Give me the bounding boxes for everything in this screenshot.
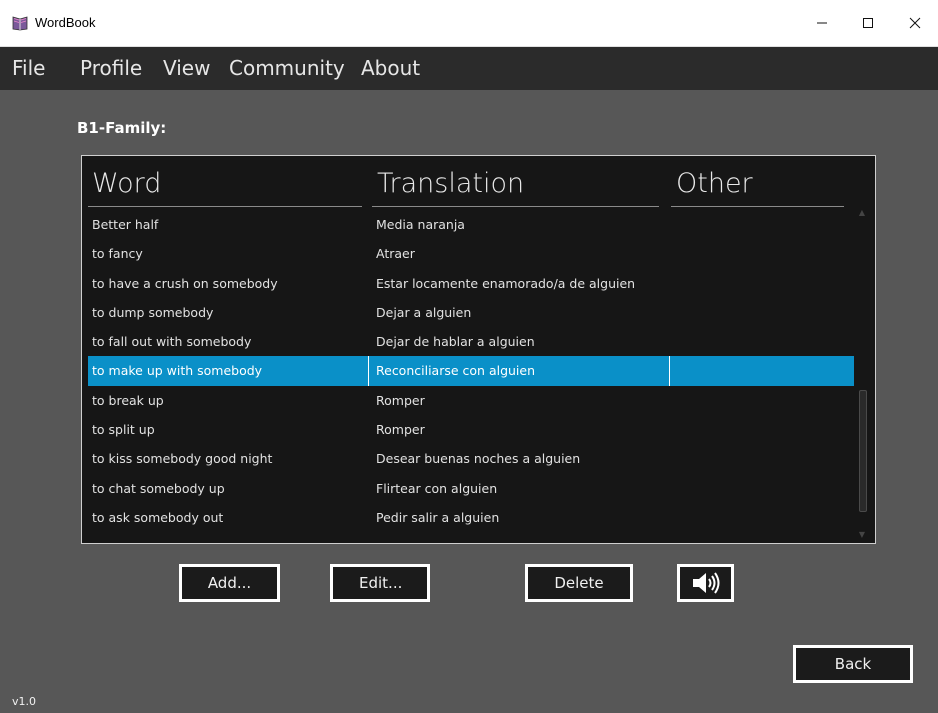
table-row[interactable]: to dump somebody Dejar a alguien: [88, 298, 854, 327]
back-button-label: Back: [796, 648, 910, 680]
word-cell: to fall out with somebody: [92, 334, 252, 350]
word-cell: to dump somebody: [92, 304, 214, 320]
menu-profile[interactable]: Profile: [80, 56, 142, 80]
word-table[interactable]: Word Translation Other Better half Media …: [81, 155, 876, 544]
table-row[interactable]: to break up Romper: [88, 386, 854, 415]
word-cell: to split up: [92, 422, 155, 438]
word-cell: to make up with somebody: [92, 363, 263, 379]
word-cell: to have a crush on somebody: [92, 275, 278, 291]
section-title: B1-Family:: [77, 119, 167, 137]
minimize-button[interactable]: [799, 0, 845, 46]
translation-cell: Flirtear con alguien: [376, 480, 498, 496]
menu-about[interactable]: About: [361, 56, 420, 80]
version-label: v1.0: [12, 695, 37, 708]
column-divider-word: [88, 206, 362, 207]
speaker-icon: [680, 567, 731, 599]
edit-button-label: Edit...: [333, 567, 427, 599]
word-cell: to fancy: [92, 246, 143, 262]
table-row[interactable]: to have a crush on somebody Estar locamen…: [88, 269, 854, 298]
menu-community[interactable]: Community: [229, 56, 345, 80]
table-row[interactable]: to fancy Atraer: [88, 239, 854, 268]
minimize-icon: [816, 14, 828, 33]
column-divider-translation: [372, 206, 659, 207]
column-header-translation[interactable]: Translation: [377, 168, 524, 199]
word-cell: to chat somebody up: [92, 480, 225, 496]
close-icon: [909, 14, 921, 33]
selected-row-divider: [669, 356, 670, 386]
menu-bar: File Profile View Community About: [0, 47, 938, 90]
scroll-thumb[interactable]: [859, 390, 867, 512]
translation-cell: Atraer: [376, 246, 415, 262]
vertical-scrollbar[interactable]: ▲ ▼: [855, 209, 869, 540]
selected-row-divider: [368, 356, 369, 386]
table-row[interactable]: to split up Romper: [88, 415, 854, 444]
delete-button-label: Delete: [528, 567, 630, 599]
translation-cell: Dejar de hablar a alguien: [376, 334, 535, 350]
column-divider-other: [671, 206, 844, 207]
word-cell: to kiss somebody good night: [92, 451, 273, 467]
word-cell: Better half: [92, 217, 159, 232]
table-row[interactable]: to chat somebody up Flirtear con alguien: [88, 474, 854, 503]
table-rows: Better half Media naranja to fancy Atraer to…: [88, 210, 854, 532]
word-cell: to break up: [92, 392, 164, 408]
translation-cell: Pedir salir a alguien: [376, 509, 500, 525]
back-button[interactable]: Back: [793, 645, 913, 683]
window-title: WordBook: [35, 15, 96, 30]
add-button-label: Add...: [182, 567, 277, 599]
close-button[interactable]: [892, 0, 938, 46]
table-row[interactable]: to fall out with somebody Dejar de hablar…: [88, 327, 854, 356]
translation-cell: Romper: [376, 422, 425, 438]
translation-cell: Reconciliarse con alguien: [376, 363, 536, 379]
table-row[interactable]: Better half Media naranja: [88, 210, 854, 239]
translation-cell: Romper: [376, 392, 425, 408]
book-icon: [11, 15, 29, 31]
table-row[interactable]: to ask somebody out Pedir salir a alguien: [88, 503, 854, 532]
maximize-icon: [862, 14, 874, 33]
table-row[interactable]: to kiss somebody good night Desear buenas…: [88, 444, 854, 473]
translation-cell: Media naranja: [376, 217, 465, 232]
menu-file[interactable]: File: [12, 56, 45, 80]
column-header-word[interactable]: Word: [92, 168, 161, 199]
column-header-other[interactable]: Other: [676, 168, 753, 199]
translation-cell: Estar locamente enamorado/a de alguien: [376, 275, 636, 291]
title-bar: WordBook: [0, 0, 938, 47]
menu-view[interactable]: View: [163, 56, 210, 80]
word-cell: to ask somebody out: [92, 509, 224, 525]
edit-button[interactable]: Edit...: [330, 564, 430, 602]
scroll-down-icon[interactable]: ▼: [857, 531, 867, 539]
add-button[interactable]: Add...: [179, 564, 280, 602]
delete-button[interactable]: Delete: [525, 564, 633, 602]
maximize-button[interactable]: [845, 0, 891, 46]
speak-button[interactable]: [677, 564, 734, 602]
translation-cell: Dejar a alguien: [376, 304, 472, 320]
translation-cell: Desear buenas noches a alguien: [376, 451, 581, 467]
table-row[interactable]: to make up with somebody Reconciliarse co…: [88, 356, 854, 386]
